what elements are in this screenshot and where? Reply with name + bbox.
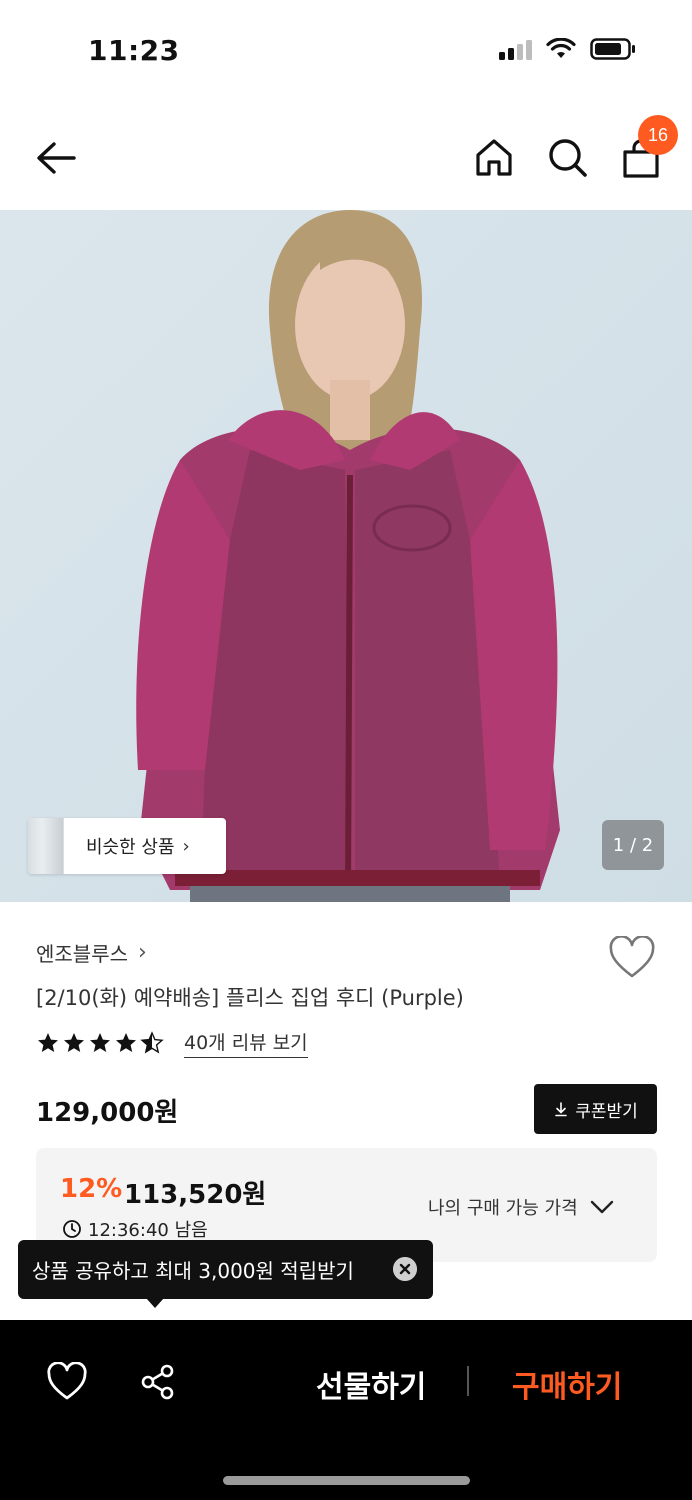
star-rating (36, 1031, 164, 1055)
product-image[interactable] (0, 210, 692, 902)
star-icon (38, 1033, 58, 1052)
home-icon[interactable] (472, 136, 516, 180)
chevron-right-icon: › (182, 835, 190, 857)
star-icon (90, 1033, 110, 1052)
coupon-label: 쿠폰받기 (575, 1101, 638, 1122)
star-icon (116, 1033, 136, 1052)
timer-text: 12:36:40 남음 (88, 1220, 208, 1241)
cellular-signal-icon (499, 38, 532, 60)
brand-name: 엔조블루스 (36, 942, 128, 966)
download-icon (555, 1102, 568, 1117)
star-icon (64, 1033, 84, 1052)
rating-row: 40개 리뷰 보기 (36, 1028, 308, 1058)
status-time: 11:23 (88, 34, 180, 67)
discount-percent: 12% (60, 1174, 123, 1204)
home-indicator[interactable] (223, 1476, 470, 1485)
search-icon[interactable] (546, 136, 590, 180)
wifi-icon (546, 38, 576, 58)
buy-button[interactable]: 구매하기 (512, 1362, 622, 1406)
share-reward-tooltip: 상품 공유하고 최대 3,000원 적립받기 (18, 1240, 433, 1299)
close-icon[interactable] (393, 1257, 417, 1281)
sale-price: 113,520원 (124, 1180, 267, 1210)
divider (467, 1366, 469, 1396)
share-icon[interactable] (138, 1362, 178, 1402)
status-bar: 11:23 (0, 0, 692, 100)
cart-count-badge: 16 (638, 115, 678, 155)
gift-button[interactable]: 선물하기 (316, 1362, 426, 1406)
my-price-label: 나의 구매 가능 가격 (428, 1198, 578, 1219)
image-pager: 1 / 2 (602, 820, 664, 870)
heart-outline-icon[interactable] (46, 1362, 88, 1402)
similar-products-button[interactable]: 비슷한 상품 › (28, 818, 226, 874)
chevron-down-icon (590, 1200, 613, 1214)
half-star-icon (140, 1031, 164, 1054)
sale-timer: 12:36:40 남음 (62, 1216, 208, 1242)
battery-icon (590, 38, 635, 60)
product-title: [2/10(화) 예약배송] 플리스 집업 후디 (Purple) (36, 986, 464, 1010)
chevron-right-icon: › (138, 940, 147, 965)
tooltip-tail (146, 1298, 164, 1308)
bottom-action-bar: 선물하기 구매하기 (0, 1320, 692, 1500)
review-link[interactable]: 40개 리뷰 보기 (184, 1028, 308, 1058)
back-arrow-icon[interactable] (34, 138, 78, 178)
my-price-toggle[interactable]: 나의 구매 가능 가격 (428, 1194, 614, 1220)
status-icons (499, 38, 636, 60)
similar-products-label: 비슷한 상품 (86, 837, 175, 858)
coupon-button[interactable]: 쿠폰받기 (534, 1084, 657, 1134)
clock-icon (63, 1220, 81, 1238)
similar-products-thumbnail (28, 818, 64, 874)
brand-link[interactable]: 엔조블루스 › (36, 938, 147, 967)
product-photo (0, 210, 692, 902)
original-price: 129,000원 (36, 1098, 179, 1128)
heart-outline-icon[interactable] (608, 936, 656, 980)
tooltip-text: 상품 공유하고 최대 3,000원 적립받기 (32, 1259, 354, 1283)
